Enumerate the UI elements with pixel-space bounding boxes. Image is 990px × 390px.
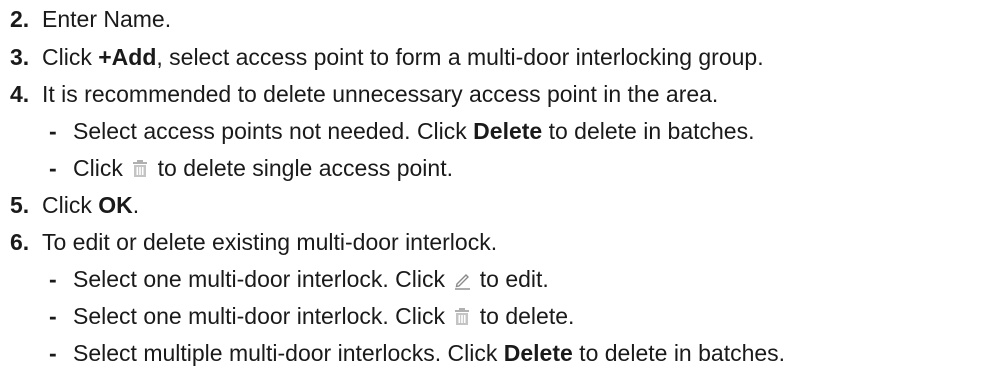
substep-text-pre: Select one multi-door interlock. Click (73, 303, 452, 329)
step-text: Enter Name. (42, 6, 172, 32)
substep-text-post: to delete in batches. (542, 118, 755, 144)
substep-text: Select access points not needed. Click D… (73, 116, 754, 146)
bullet-dash: - (49, 303, 57, 329)
trash-icon (453, 307, 471, 327)
step-text-post: , select access point to form a multi-do… (156, 44, 764, 70)
instruction-document: 2. Enter Name. 3. Click +Add, select acc… (0, 0, 990, 390)
substep-text-pre: Select one multi-door interlock. Click (73, 266, 452, 292)
substep-text: Click to delete single access point. (73, 153, 453, 183)
substep-text-pre: Select multiple multi-door interlocks. C… (73, 340, 504, 366)
ok-button-reference: OK (98, 192, 133, 218)
add-button-reference: +Add (98, 44, 157, 70)
step-text: Click +Add, select access point to form … (42, 42, 764, 72)
step-number: 5. (10, 192, 30, 218)
step-text: Click OK. (42, 190, 139, 220)
step-text: It is recommended to delete unnecessary … (42, 81, 719, 107)
step-number: 3. (10, 44, 30, 70)
step-number: 2. (10, 6, 30, 32)
step-number: 6. (10, 229, 30, 255)
edit-pencil-icon (453, 270, 471, 290)
bullet-dash: - (49, 266, 57, 292)
bullet-dash: - (49, 155, 57, 181)
step-text-post: . (132, 192, 140, 218)
substep-text-post: to delete. (473, 303, 575, 329)
substep-text-post: to delete in batches. (572, 340, 786, 366)
substep-text: Select one multi-door interlock. Click t… (73, 264, 549, 294)
delete-button-reference: Delete (503, 340, 573, 366)
delete-button-reference: Delete (473, 118, 543, 144)
step-number: 4. (10, 81, 30, 107)
substep-text-post: to delete single access point. (151, 155, 453, 181)
substep-text: Select one multi-door interlock. Click t… (73, 301, 574, 331)
step-text-pre: Click (42, 44, 99, 70)
bullet-dash: - (49, 340, 57, 366)
substep-text-pre: Select access points not needed. Click (73, 118, 474, 144)
bullet-dash: - (49, 118, 57, 144)
step-text: To edit or delete existing multi-door in… (42, 229, 498, 255)
substep-text-pre: Click (73, 155, 130, 181)
step-text-pre: Click (42, 192, 99, 218)
substep-text: Select multiple multi-door interlocks. C… (73, 338, 785, 368)
substep-text-post: to edit. (473, 266, 549, 292)
trash-icon (131, 159, 149, 179)
